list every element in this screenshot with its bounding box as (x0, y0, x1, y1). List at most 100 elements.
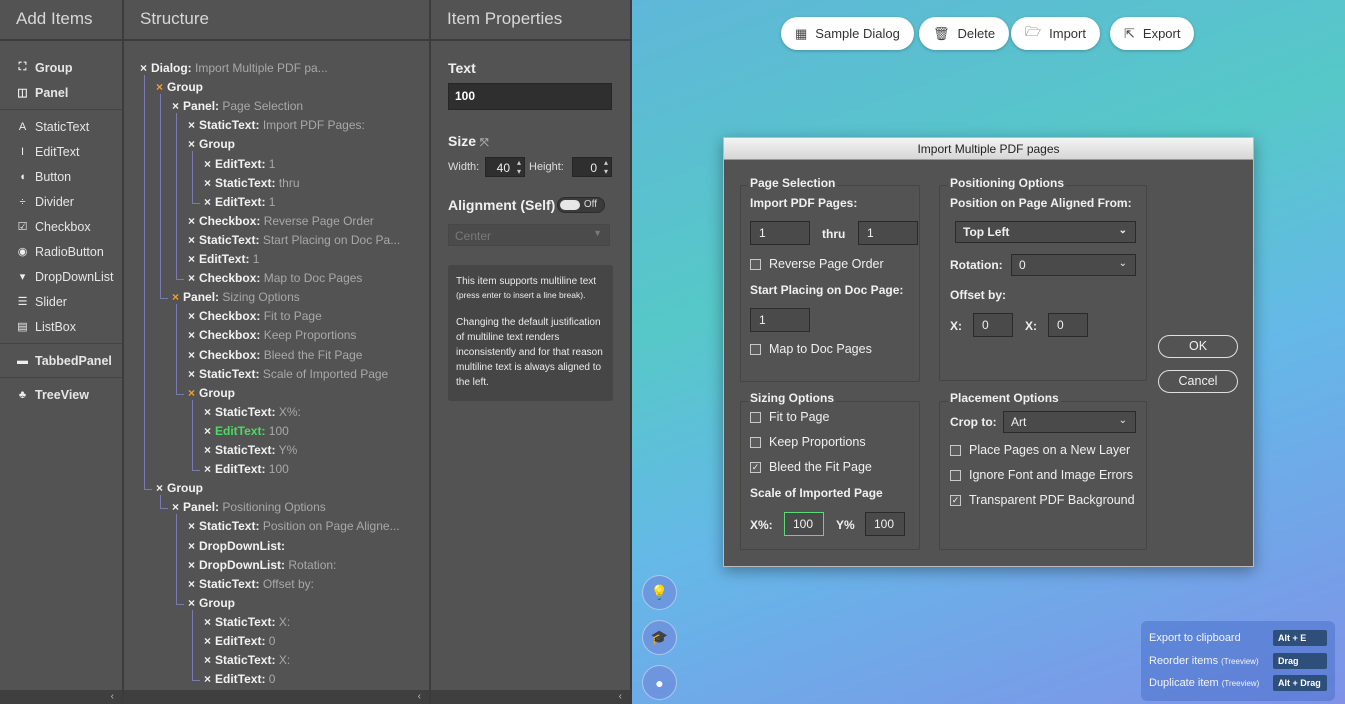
alignment-toggle[interactable]: Off (557, 197, 605, 213)
add-items-scrollbar[interactable]: ‹ (0, 690, 122, 704)
tree-node[interactable]: × EditText: 1 (204, 193, 275, 212)
tree-node[interactable]: × StaticText: X%: (204, 403, 301, 422)
cancel-button[interactable]: Cancel (1158, 370, 1238, 393)
tree-node[interactable]: × Group (156, 78, 203, 97)
tree-node[interactable]: × StaticText: Offset by: (188, 575, 314, 594)
tree-node[interactable]: × StaticText: X: (204, 613, 290, 632)
add-item-edittext[interactable]: I EditText (0, 139, 122, 164)
close-icon[interactable]: × (188, 539, 195, 553)
add-item-tabbedpanel[interactable]: ▬ TabbedPanel (0, 348, 122, 373)
close-icon[interactable]: × (188, 348, 195, 362)
add-item-statictext[interactable]: A StaticText (0, 114, 122, 139)
structure-scrollbar[interactable]: ‹ (124, 690, 429, 704)
tree-node[interactable]: × DropDownList: Rotation: (188, 556, 336, 575)
close-icon[interactable]: × (204, 195, 211, 209)
close-icon[interactable]: × (156, 481, 163, 495)
import-button[interactable]: 🗁 Import (1011, 17, 1100, 50)
close-icon[interactable]: × (204, 157, 211, 171)
tree-node[interactable]: × StaticText: Import PDF Pages: (188, 116, 365, 135)
github-icon[interactable]: ● (642, 665, 677, 700)
text-field[interactable]: 100 (448, 83, 612, 110)
structure-tree[interactable]: × Dialog: Import Multiple PDF pa... × Group… (124, 43, 429, 690)
tree-node[interactable]: × Checkbox: Keep Proportions (188, 326, 356, 345)
y-pct-input[interactable]: 100 (865, 512, 905, 536)
lightbulb-icon[interactable]: 💡 (642, 575, 677, 610)
from-page-input[interactable]: 1 (750, 221, 810, 245)
close-icon[interactable]: × (204, 443, 211, 457)
ignore-errors-checkbox[interactable]: Ignore Font and Image Errors (950, 468, 1133, 482)
graduation-cap-icon[interactable]: 🎓 (642, 620, 677, 655)
close-icon[interactable]: × (188, 271, 195, 285)
add-item-group[interactable]: ⛶ Group (0, 55, 122, 80)
tree-node[interactable]: × Group (188, 594, 235, 613)
close-icon[interactable]: × (188, 577, 195, 591)
tree-node[interactable]: × Group (188, 384, 235, 403)
add-item-panel[interactable]: ◫ Panel (0, 80, 122, 105)
tree-node[interactable]: × StaticText: Start Placing on Doc Pa... (188, 231, 400, 250)
x-pct-input[interactable]: 100 (784, 512, 824, 536)
tree-node[interactable]: × EditText: 100 (204, 422, 289, 441)
close-icon[interactable]: × (188, 214, 195, 228)
tree-node[interactable]: × EditText: 0 (204, 632, 275, 651)
close-icon[interactable]: × (172, 99, 179, 113)
tree-node[interactable]: × StaticText: thru (204, 174, 300, 193)
close-icon[interactable]: × (172, 500, 179, 514)
new-layer-checkbox[interactable]: Place Pages on a New Layer (950, 443, 1130, 457)
close-icon[interactable]: × (204, 653, 211, 667)
rotation-dropdown[interactable]: 0 ⌄ (1011, 254, 1136, 276)
close-icon[interactable]: × (188, 367, 195, 381)
tree-node[interactable]: × EditText: 0 (204, 670, 275, 689)
bleed-checkbox[interactable]: ✓ Bleed the Fit Page (750, 460, 872, 474)
close-icon[interactable]: × (204, 462, 211, 476)
close-icon[interactable]: × (188, 137, 195, 151)
close-icon[interactable]: × (188, 309, 195, 323)
close-icon[interactable]: × (156, 80, 163, 94)
tree-node[interactable]: × EditText: 1 (204, 155, 275, 174)
close-icon[interactable]: × (188, 328, 195, 342)
close-icon[interactable]: × (188, 558, 195, 572)
close-icon[interactable]: × (204, 424, 211, 438)
tree-node[interactable]: × Group (188, 135, 235, 154)
height-input[interactable]: 0 (572, 157, 612, 177)
map-pages-checkbox[interactable]: Map to Doc Pages (750, 342, 872, 356)
add-item-divider[interactable]: ÷ Divider (0, 189, 122, 214)
add-item-radiobutton[interactable]: ◉ RadioButton (0, 239, 122, 264)
to-page-input[interactable]: 1 (858, 221, 918, 245)
props-scrollbar[interactable]: ‹ (431, 690, 630, 704)
delete-button[interactable]: 🗑 Delete (919, 17, 1010, 50)
keep-proportions-checkbox[interactable]: Keep Proportions (750, 435, 866, 449)
offset-x2-input[interactable]: 0 (1048, 313, 1088, 337)
tree-node[interactable]: × StaticText: Y% (204, 441, 297, 460)
transparent-bg-checkbox[interactable]: ✓ Transparent PDF Background (950, 493, 1135, 507)
add-item-button[interactable]: ◖ Button (0, 164, 122, 189)
tree-node[interactable]: × Group (156, 479, 203, 498)
tree-node[interactable]: × Dialog: Import Multiple PDF pa... (140, 59, 328, 78)
close-icon[interactable]: × (140, 61, 147, 75)
tree-node[interactable]: × Checkbox: Bleed the Fit Page (188, 346, 362, 365)
close-icon[interactable]: × (188, 519, 195, 533)
tree-node[interactable]: × DropDownList: (188, 537, 285, 556)
start-page-input[interactable]: 1 (750, 308, 810, 332)
close-icon[interactable]: × (188, 252, 195, 266)
position-dropdown[interactable]: Top Left ⌄ (955, 221, 1136, 243)
close-icon[interactable]: × (188, 118, 195, 132)
add-item-listbox[interactable]: ▤ ListBox (0, 314, 122, 339)
tree-node[interactable]: × StaticText: Scale of Imported Page (188, 365, 388, 384)
crop-dropdown[interactable]: Art ⌄ (1003, 411, 1136, 433)
close-icon[interactable]: × (204, 672, 211, 686)
ok-button[interactable]: OK (1158, 335, 1238, 358)
tree-node[interactable]: × Checkbox: Map to Doc Pages (188, 269, 362, 288)
close-icon[interactable]: × (204, 176, 211, 190)
tree-node[interactable]: × Checkbox: Fit to Page (188, 307, 322, 326)
tree-node[interactable]: × Checkbox: Reverse Page Order (188, 212, 374, 231)
tree-node[interactable]: × EditText: 100 (204, 460, 289, 479)
tree-node[interactable]: × StaticText: Position on Page Aligne... (188, 517, 400, 536)
fit-page-checkbox[interactable]: Fit to Page (750, 410, 829, 424)
add-item-dropdownlist[interactable]: ▾ DropDownList (0, 264, 122, 289)
add-item-checkbox[interactable]: ☑ Checkbox (0, 214, 122, 239)
close-icon[interactable]: × (204, 615, 211, 629)
close-icon[interactable]: × (188, 596, 195, 610)
tree-node[interactable]: × Panel: Sizing Options (172, 288, 300, 307)
close-icon[interactable]: × (204, 405, 211, 419)
close-icon[interactable]: × (188, 233, 195, 247)
